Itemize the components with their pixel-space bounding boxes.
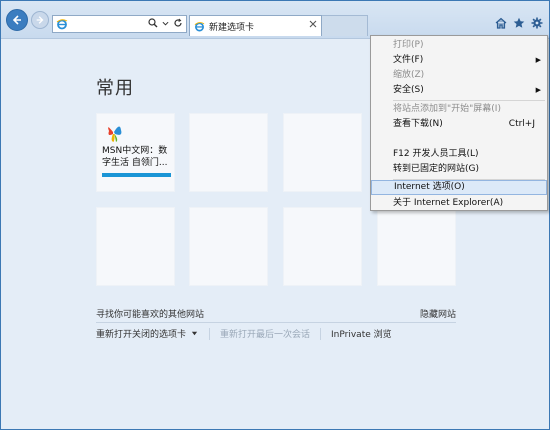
home-icon[interactable] xyxy=(495,17,507,29)
menu-item-label: 文件(F) xyxy=(393,55,424,65)
back-button[interactable] xyxy=(6,9,28,31)
menu-item-label: 转到已固定的网站(G) xyxy=(393,164,479,174)
ie-logo-icon xyxy=(56,19,68,30)
tile-empty[interactable] xyxy=(283,207,362,286)
menu-shortcut: Ctrl+J xyxy=(508,119,535,129)
tab-new-tab[interactable]: 新建选项卡 xyxy=(189,15,322,36)
tile-accent-bar xyxy=(102,173,171,177)
search-icon[interactable] xyxy=(148,18,158,28)
menu-separator xyxy=(393,100,545,101)
menu-item-pinned-sites[interactable]: 转到已固定的网站(G) xyxy=(371,162,547,177)
chevron-down-icon[interactable] xyxy=(162,20,169,27)
menu-item-label: 查看下载(N) xyxy=(393,119,443,129)
menu-item-label: 关于 Internet Explorer(A) xyxy=(393,198,504,208)
menu-item-internet-options[interactable]: Internet 选项(O) xyxy=(371,180,547,195)
hide-sites-link[interactable]: 隐藏网站 xyxy=(420,307,456,320)
navigation-bar: 新建选项卡 xyxy=(1,1,549,39)
submenu-arrow-icon: ▶ xyxy=(535,86,541,94)
menu-item-label: 将站点添加到"开始"屏幕(I) xyxy=(393,104,501,114)
refresh-icon[interactable] xyxy=(173,18,183,28)
menu-item-zoom[interactable]: 缩放(Z) xyxy=(371,68,547,83)
find-sites-link[interactable]: 寻找你可能喜欢的其他网站 xyxy=(96,307,204,320)
menu-item-print[interactable]: 打印(P) xyxy=(371,38,547,53)
reopen-closed-tabs-link[interactable]: 重新打开关闭的选项卡 xyxy=(96,327,186,340)
close-icon[interactable] xyxy=(309,20,317,28)
menu-item-add-to-start[interactable]: 将站点添加到"开始"屏幕(I) xyxy=(371,102,547,117)
msn-butterfly-icon xyxy=(108,126,122,142)
divider xyxy=(96,322,456,323)
favorites-star-icon[interactable] xyxy=(513,17,525,29)
menu-item-label: F12 开发人员工具(L) xyxy=(393,149,479,159)
submenu-arrow-icon: ▶ xyxy=(535,56,541,64)
ie-logo-icon xyxy=(194,21,205,31)
menu-item-label: 缩放(Z) xyxy=(393,70,425,80)
tile-empty[interactable] xyxy=(283,113,362,192)
arrow-right-icon xyxy=(36,16,44,24)
tab-title: 新建选项卡 xyxy=(209,22,255,33)
new-tab-button[interactable] xyxy=(322,15,368,36)
menu-item-label: Internet 选项(O) xyxy=(394,182,465,192)
menu-item-label: 安全(S) xyxy=(393,85,424,95)
menu-item-label: 打印(P) xyxy=(393,40,424,50)
tile-empty[interactable] xyxy=(377,207,456,286)
menu-item-view-downloads[interactable]: 查看下载(N) Ctrl+J xyxy=(371,117,547,132)
browser-window: 新建选项卡 常用 MSN中文网：数字生活 自领门... 寻找你可能喜欢的其他网站… xyxy=(0,0,550,430)
toolbar-icons xyxy=(495,17,543,29)
address-bar[interactable] xyxy=(52,15,187,33)
tools-menu: 打印(P) 文件(F) ▶ 缩放(Z) 安全(S) ▶ 将站点添加到"开始"屏幕… xyxy=(370,35,548,211)
inprivate-browsing-link[interactable]: InPrivate 浏览 xyxy=(331,327,392,340)
tile-msn[interactable]: MSN中文网：数字生活 自领门... xyxy=(96,113,175,192)
menu-item-file[interactable]: 文件(F) ▶ xyxy=(371,53,547,68)
tile-empty[interactable] xyxy=(96,207,175,286)
menu-item-about-ie[interactable]: 关于 Internet Explorer(A) xyxy=(371,196,547,211)
tile-empty[interactable] xyxy=(189,113,268,192)
menu-item-safety[interactable]: 安全(S) ▶ xyxy=(371,83,547,98)
forward-button[interactable] xyxy=(31,11,49,29)
menu-item-developer-tools[interactable]: F12 开发人员工具(L) xyxy=(371,147,547,162)
reopen-last-session-link: 重新打开最后一次会话 xyxy=(220,330,311,340)
bottom-links: 重新打开关闭的选项卡 重新打开最后一次会话 InPrivate 浏览 xyxy=(96,327,392,340)
separator xyxy=(209,327,211,340)
tile-empty[interactable] xyxy=(189,207,268,286)
separator xyxy=(320,327,322,340)
arrow-left-icon xyxy=(12,15,21,25)
gear-icon[interactable] xyxy=(531,17,543,29)
tile-title: MSN中文网：数字生活 自领门... xyxy=(102,146,168,168)
page-title: 常用 xyxy=(96,78,134,99)
caret-down-icon[interactable] xyxy=(190,330,199,337)
